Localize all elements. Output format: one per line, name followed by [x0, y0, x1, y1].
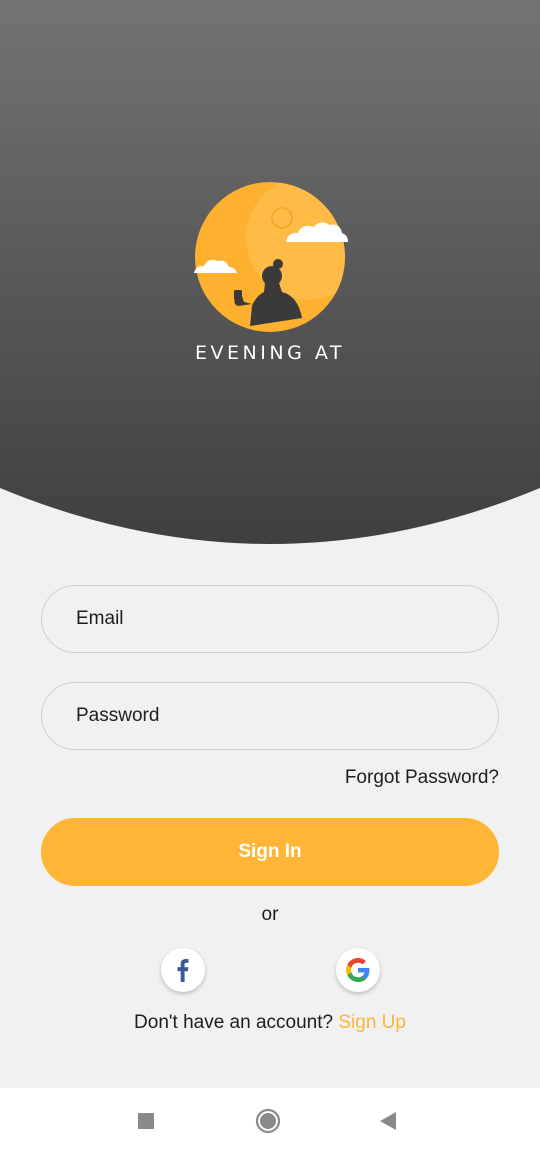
or-separator: or — [261, 904, 279, 925]
recent-apps-button[interactable] — [116, 1088, 176, 1153]
brand-name: EVENING AT — [195, 342, 345, 364]
google-login-button[interactable] — [336, 948, 380, 992]
password-input[interactable] — [76, 705, 456, 727]
system-navigation-bar — [0, 1088, 540, 1153]
signup-prompt: Don't have an account? Sign Up — [0, 1012, 540, 1034]
facebook-icon — [177, 959, 189, 982]
back-button[interactable] — [358, 1088, 418, 1153]
signup-prompt-text: Don't have an account? — [134, 1012, 334, 1033]
sign-in-button[interactable]: Sign In — [41, 818, 499, 886]
sign-up-link[interactable]: Sign Up — [338, 1012, 406, 1033]
circle-icon — [255, 1108, 281, 1133]
forgot-password-link[interactable]: Forgot Password? — [345, 767, 499, 789]
home-button[interactable] — [238, 1088, 298, 1153]
triangle-back-icon — [380, 1111, 396, 1130]
email-field[interactable] — [41, 585, 499, 653]
square-icon — [138, 1112, 154, 1129]
header-banner: EVENING AT — [0, 0, 540, 560]
password-field[interactable] — [41, 682, 499, 750]
google-icon — [346, 958, 370, 982]
app-logo — [194, 182, 348, 332]
facebook-login-button[interactable] — [161, 948, 205, 992]
email-input[interactable] — [76, 608, 456, 630]
login-screen: EVENING AT Forgot Password? Sign In or D… — [0, 0, 540, 1153]
